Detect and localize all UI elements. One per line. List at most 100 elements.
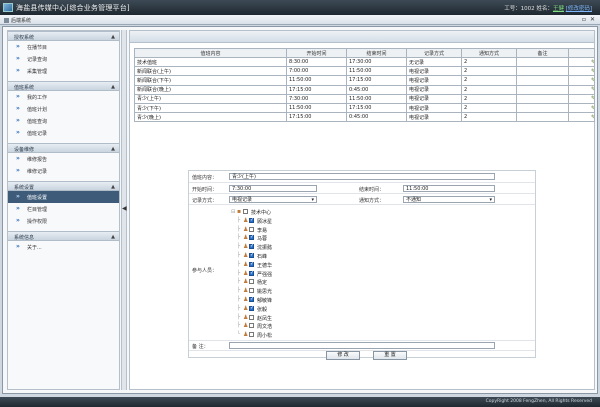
column-header: 值班内容 — [134, 48, 287, 58]
restore-icon[interactable]: ▫ — [582, 16, 586, 23]
tree-root-checkbox[interactable] — [243, 209, 248, 214]
cell-content: 青少(下午) — [134, 102, 287, 114]
sidebar-item-duty-record[interactable]: » 值班记录 — [8, 127, 119, 139]
sidebar-section-auth[interactable]: 授权系统 ▲ — [8, 31, 119, 41]
section-title: 值班系统 — [14, 85, 35, 91]
record-method-select[interactable]: 电视记录 — [229, 196, 317, 203]
sidebar-section-duty[interactable]: 值班系统 ▲ — [8, 81, 119, 91]
expand-icon[interactable]: ⊟ — [231, 209, 235, 215]
end-time-label: 结束时间： — [359, 187, 385, 193]
sidebar-item-duty-query[interactable]: » 值班查询 — [8, 115, 119, 127]
sidebar-item-record-query[interactable]: » 记录查询 — [8, 53, 119, 65]
column-header: 开始时间 — [286, 48, 347, 58]
content-input[interactable]: 青少(上午) — [229, 173, 495, 180]
section-title: 设备维修 — [14, 147, 35, 153]
table-row[interactable]: 新闻联合(上午) 7:00:00 11:50:00 电视记录 2 ✎✕ — [134, 66, 595, 77]
person-checkbox[interactable] — [249, 270, 254, 276]
edit-icon[interactable]: ✎ — [591, 77, 594, 84]
remark-input[interactable] — [229, 342, 495, 349]
person-checkbox[interactable] — [249, 243, 254, 250]
edit-button[interactable]: 修 改 — [326, 351, 360, 360]
person-name: 郁敏锋 — [257, 297, 273, 304]
double-chevron-icon: » — [16, 217, 20, 224]
person-checkbox[interactable] — [249, 217, 254, 223]
collapse-icon[interactable]: ▲ — [111, 84, 115, 90]
sidebar-item-column-manage[interactable]: » 栏目管理 — [8, 203, 119, 215]
change-password-link[interactable]: [修改密码] — [566, 6, 592, 12]
sidebar-item-about[interactable]: » 关于... — [8, 241, 119, 253]
sidebar-item-capture[interactable]: » 采集管理 — [8, 65, 119, 77]
table-row[interactable]: 青少(下午) 11:50:00 17:15:00 电视记录 2 ✎✕ — [134, 102, 595, 114]
table-row[interactable]: 新闻联合(下午) 11:50:00 17:15:00 电视记录 2 ✎✕ — [134, 75, 595, 86]
cell-notify: 2 — [461, 56, 517, 68]
sidebar-item-duty-plan[interactable]: » 值班计划 — [8, 103, 119, 115]
edit-icon[interactable]: ✎ — [591, 114, 594, 121]
person-checkbox[interactable] — [249, 279, 254, 285]
user-name-link[interactable]: 王健 — [553, 6, 564, 12]
collapse-icon[interactable]: ▲ — [111, 234, 115, 240]
start-time-input[interactable]: 7:30:00 — [229, 185, 317, 192]
sidebar-section-settings[interactable]: 系统设置 ▲ — [8, 181, 119, 191]
cell-content: 新闻联合(晚上) — [134, 84, 287, 95]
double-chevron-icon: » — [16, 67, 20, 74]
person-checkbox[interactable] — [249, 296, 254, 302]
column-header: 记录方式 — [406, 48, 462, 58]
sidebar-section-info[interactable]: 系统信息 ▲ — [8, 231, 119, 241]
sidebar-item-permissions[interactable]: » 操作权限 — [8, 215, 119, 227]
person-checkbox[interactable] — [249, 288, 254, 294]
table-header-row: 值班内容 开始时间 结束时间 记录方式 通知方式 备注 — [134, 48, 595, 58]
table-row[interactable]: 青少(上午) 7:30:00 11:50:00 电视记录 2 ✎✕ — [134, 93, 595, 104]
sidebar-item-label: 我的工作 — [27, 95, 48, 101]
person-icon: ♟ — [243, 260, 249, 268]
person-checkbox[interactable] — [249, 323, 254, 329]
double-chevron-icon: » — [16, 243, 20, 250]
notify-method-select[interactable]: 不通知 — [403, 196, 495, 203]
double-chevron-icon: » — [16, 167, 20, 174]
sidebar-splitter[interactable]: ◀ — [121, 30, 127, 390]
person-checkbox[interactable] — [249, 226, 254, 232]
close-icon[interactable]: ✕ — [590, 16, 595, 23]
collapse-icon[interactable]: ▲ — [111, 34, 115, 40]
person-checkbox[interactable] — [249, 252, 254, 258]
sidebar-item-my-work[interactable]: » 我的工作 — [8, 91, 119, 103]
edit-icon[interactable]: ✎ — [591, 86, 594, 93]
person-icon: ♟ — [243, 322, 249, 330]
sidebar-item-duty-settings[interactable]: » 值班设置 — [8, 191, 119, 203]
person-checkbox[interactable] — [249, 234, 254, 241]
end-time-input[interactable]: 11:50:00 — [403, 185, 495, 192]
cell-remark — [516, 56, 569, 68]
sidebar-item-onair[interactable]: » 在播节目 — [8, 41, 119, 53]
app-logo — [3, 3, 13, 12]
column-header: 结束时间 — [346, 48, 407, 58]
person-checkbox[interactable] — [249, 314, 254, 320]
collapse-icon[interactable]: ▲ — [111, 184, 115, 190]
form-row-remark: 备 注： — [189, 341, 535, 351]
person-icon: ♟ — [243, 313, 249, 321]
edit-icon[interactable]: ✎ — [591, 105, 594, 112]
cell-remark — [516, 75, 569, 86]
cell-start: 17:15:00 — [286, 112, 347, 123]
row-actions: ✎✕ — [568, 102, 595, 114]
sidebar-item-label: 关于... — [27, 245, 42, 251]
person-name: 杨定 — [257, 280, 268, 287]
table-row[interactable]: 青少(晚上) 17:15:00 0:45:00 电视记录 2 ✎✕ — [134, 112, 595, 123]
app-title: 海盐县传媒中心[综合业务管理平台] — [16, 4, 130, 12]
sidebar-section-repair[interactable]: 设备维修 ▲ — [8, 143, 119, 153]
collapse-icon[interactable]: ▲ — [111, 146, 115, 152]
sidebar-item-repair-record[interactable]: » 维修记录 — [8, 165, 119, 177]
cell-remark — [516, 112, 569, 123]
person-checkbox[interactable] — [249, 261, 254, 267]
window-caption-bar: 后端系统 ▫ ✕ — [0, 15, 600, 25]
edit-icon[interactable]: ✎ — [591, 95, 594, 102]
table-row[interactable]: 技术值班 8:30:00 17:30:00 无记录 2 ✎✕ — [134, 56, 595, 68]
table-row[interactable]: 新闻联合(晚上) 17:15:00 0:45:00 电视记录 2 ✎✕ — [134, 84, 595, 95]
person-icon: ♟ — [243, 225, 249, 233]
person-checkbox[interactable] — [249, 305, 254, 311]
edit-icon[interactable]: ✎ — [591, 59, 594, 66]
sidebar-item-repair-report[interactable]: » 维修报告 — [8, 153, 119, 165]
edit-icon[interactable]: ✎ — [591, 68, 594, 75]
person-checkbox[interactable] — [249, 332, 254, 338]
collapse-left-icon[interactable]: ◀ — [122, 205, 127, 212]
double-chevron-icon: » — [16, 129, 20, 136]
reset-button[interactable]: 重 置 — [373, 351, 407, 360]
